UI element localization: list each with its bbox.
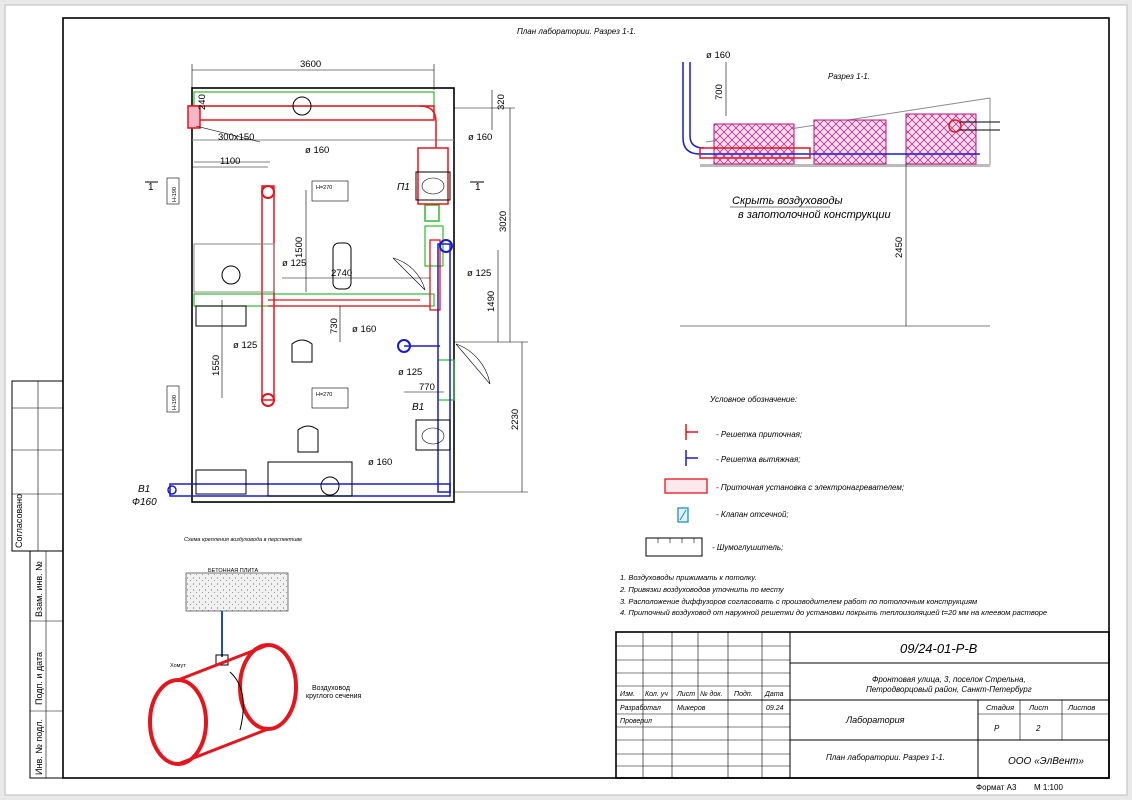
dia-125-label-a: ø 125: [282, 258, 306, 269]
tb-address-2: Петродворцовый район, Санкт-Петербург: [866, 685, 1032, 694]
legend-item-1: - Решетка приточная;: [716, 430, 802, 439]
tb-h-data: Дата: [764, 691, 784, 698]
agreed-label: Согласовано: [14, 494, 24, 548]
note-2: 2. Привязки воздуховодов уточнить по мес…: [619, 585, 785, 594]
tb-h-podp: Подп.: [734, 690, 753, 698]
inv-replace-label: Взам. инв. №: [34, 561, 44, 617]
note-3: 3. Расположение диффузоров согласовать с…: [620, 597, 977, 606]
dim-3600: 3600: [300, 59, 321, 70]
tb-address-1: Фронтовая улица, 3, поселок Стрельна,: [872, 675, 1026, 684]
dim-1550: 1550: [211, 355, 222, 376]
dia-160-label-b: ø 160: [468, 132, 492, 143]
plan-title: План лаборатории. Разрез 1-1.: [517, 27, 636, 36]
section-dim-2450: 2450: [894, 237, 905, 258]
dim-2230: 2230: [510, 409, 521, 430]
wall-tag-2: Н-190: [172, 395, 178, 410]
unit-p1-label: П1: [397, 182, 410, 193]
intake-phi160-label: Ф160: [132, 497, 157, 508]
section-dim-700: 700: [714, 84, 725, 100]
tb-developed-label: Разработал: [620, 704, 661, 712]
tb-code: 09/24-01-Р-В: [900, 641, 978, 656]
inv-orig-label: Инв. № подл.: [34, 719, 44, 775]
tb-h-izm: Изм.: [620, 691, 635, 698]
dia-125-label-b: ø 125: [467, 268, 491, 279]
section-dia-160: ø 160: [706, 50, 730, 61]
tb-scale: М 1:100: [1034, 783, 1063, 792]
dim-1500: 1500: [294, 237, 305, 258]
section-note-line1: Скрыть воздуховоды: [732, 195, 843, 207]
legend-title: Условное обозначение:: [709, 395, 797, 404]
wall-tag-1: Н-190: [172, 187, 178, 202]
note-1: 1. Воздуховоды прижимать к потолку.: [620, 573, 757, 582]
dim-3020: 3020: [498, 211, 509, 232]
dim-770: 770: [419, 382, 435, 393]
legend-item-4: - Клапан отсечной;: [716, 510, 789, 519]
sign-date-label: Подп. и дата: [34, 652, 44, 705]
duct-label-line1: Воздуховод: [312, 685, 350, 692]
duct-300x150-label: 300x150: [218, 132, 254, 143]
tb-drawing-name: План лаборатории. Разрез 1-1.: [826, 753, 945, 762]
dim-240: 240: [197, 94, 208, 110]
dia-125-label-c: ø 125: [233, 340, 257, 351]
tb-stage: Р: [994, 724, 1000, 733]
dia-125-label-d: ø 125: [398, 367, 422, 378]
legend-item-2: - Решетка вытяжная;: [716, 455, 800, 464]
section-mark-left: 1: [148, 182, 154, 193]
legend-item-5: - Шумоглушитель;: [712, 543, 783, 552]
duct-label-line2: круглого сечения: [306, 693, 362, 700]
section-title: Разрез 1-1.: [828, 72, 870, 81]
tb-sheet-h: Лист: [1028, 703, 1048, 712]
section-mark-right: 1: [475, 182, 481, 193]
mount-title: Схема крепления воздуховода в перспектив…: [184, 537, 302, 543]
dim-730: 730: [329, 318, 340, 334]
tb-sheets-h: Листов: [1067, 703, 1095, 712]
dim-1490: 1490: [486, 291, 497, 312]
unit-label-2: Н=270: [316, 392, 332, 398]
tb-h-kol: Кол. уч: [645, 691, 668, 698]
slab-label: БЕТОННАЯ ПЛИТА: [208, 568, 258, 574]
intake-b1-label: В1: [138, 484, 150, 495]
section-note-line2: в запотолочной конструкции: [738, 209, 891, 221]
dia-160-label-c: ø 160: [352, 324, 376, 335]
dim-2740: 2740: [331, 268, 352, 279]
legend-item-3: - Приточная установка с электронагревате…: [716, 483, 904, 492]
tb-developed-date: 09.24: [766, 705, 784, 712]
dim-320: 320: [496, 94, 507, 110]
dia-160-label-a: ø 160: [305, 145, 329, 156]
tb-object: Лаборатория: [845, 715, 905, 725]
tb-h-ndok: № док.: [700, 690, 723, 698]
note-4: 4. Приточный воздуховод от наружной реше…: [620, 608, 1047, 617]
tb-stage-h: Стадия: [986, 703, 1014, 712]
dim-1100: 1100: [220, 156, 240, 167]
drawing-sheet: Согласовано Взам. инв. № Подп. и дата Ин…: [4, 4, 1128, 796]
tb-company: ООО «ЭлВент»: [1008, 756, 1084, 767]
tb-developed-name: Микеров: [677, 705, 706, 712]
tb-checked-label: Проверил: [620, 718, 652, 725]
tb-sheet: 2: [1035, 724, 1041, 733]
clamp-label: Хомут: [170, 663, 186, 669]
tb-format: Формат А3: [976, 783, 1017, 792]
unit-label-1: Н=270: [316, 185, 332, 191]
supply-unit-symbol: [664, 478, 708, 494]
exhaust-b1-label: В1: [412, 402, 424, 413]
dia-160-label-d: ø 160: [368, 457, 392, 468]
tb-h-list: Лист: [676, 691, 695, 698]
